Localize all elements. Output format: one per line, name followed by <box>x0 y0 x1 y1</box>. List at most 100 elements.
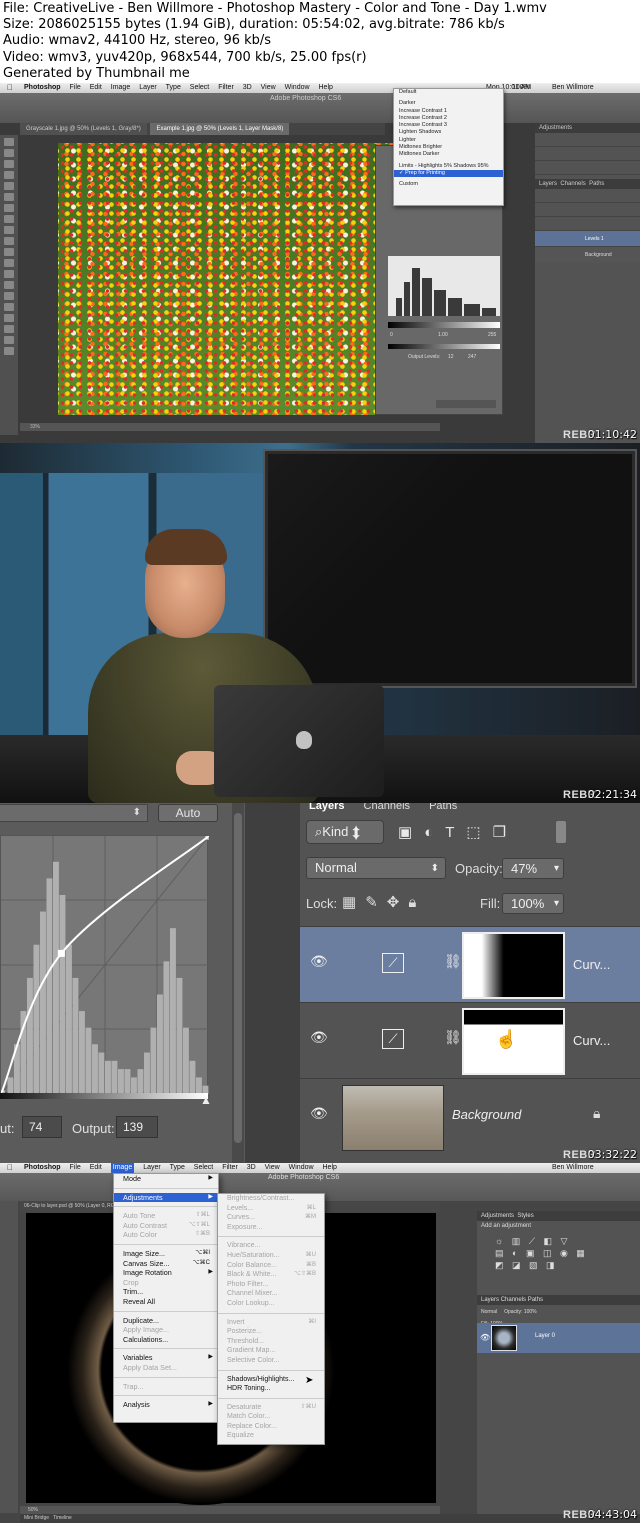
tab-paths[interactable]: Paths <box>429 803 457 812</box>
eraser-tool-icon[interactable] <box>4 248 14 256</box>
menu-file[interactable]: File <box>70 1163 81 1173</box>
menu-item-posterize[interactable]: Posterize... <box>218 1327 324 1337</box>
menu-item-auto-contrast[interactable]: Auto Contrast ⌥⇧⌘L <box>114 1221 218 1231</box>
menu-item-invert[interactable]: Invert ⌘I <box>218 1318 324 1328</box>
lock-pixels-icon[interactable]: ✎ <box>365 894 387 911</box>
shape-tool-icon[interactable] <box>4 325 14 333</box>
preset-item[interactable]: Lighten Shadows <box>394 129 503 136</box>
user-name[interactable]: Ben Willmore <box>552 83 594 93</box>
menu-type[interactable]: Type <box>170 1163 185 1173</box>
stamp-tool-icon[interactable] <box>4 226 14 234</box>
menu-item-color-balance[interactable]: Color Balance... ⌘B <box>218 1261 324 1271</box>
menu-edit[interactable]: Edit <box>90 1163 102 1173</box>
blend-mode-select[interactable]: Normal <box>306 857 446 879</box>
type-filter-icon[interactable]: T <box>445 824 466 841</box>
input-black[interactable]: 0 <box>390 332 393 338</box>
menu-filter[interactable]: Filter <box>218 83 234 93</box>
apple-icon[interactable]:  <box>7 1163 13 1173</box>
brush-tool-icon[interactable] <box>4 215 14 223</box>
menu-item-curves[interactable]: Curves... ⌘M <box>218 1213 324 1223</box>
menu-item-trap[interactable]: Trap... <box>114 1382 218 1392</box>
menu-item-replace-color[interactable]: Replace Color... <box>218 1422 324 1432</box>
menu-item-exposure[interactable]: Exposure... <box>218 1223 324 1233</box>
menu-window[interactable]: Window <box>285 83 310 93</box>
menu-item-auto-color[interactable]: Auto Color ⇧⌘B <box>114 1230 218 1240</box>
menu-item-equalize[interactable]: Equalize <box>218 1431 324 1441</box>
menu-item-duplicate[interactable]: Duplicate... <box>114 1316 218 1326</box>
layer-name[interactable]: Curv... <box>573 1033 610 1048</box>
menu-view[interactable]: View <box>265 1163 280 1173</box>
visibility-eye-icon[interactable]: 👁︎ <box>310 1030 328 1044</box>
menu-help[interactable]: Help <box>323 1163 337 1173</box>
menu-item-canvas-size[interactable]: Canvas Size... ⌥⌘C <box>114 1259 218 1269</box>
preset-item[interactable]: Increase Contrast 2 <box>394 115 503 122</box>
menu-item-trim[interactable]: Trim... <box>114 1287 218 1297</box>
curves-graph[interactable] <box>0 835 209 1094</box>
history-brush-tool-icon[interactable] <box>4 237 14 245</box>
lasso-tool-icon[interactable] <box>4 160 14 168</box>
visibility-eye-icon[interactable]: 👁︎ <box>480 1333 490 1342</box>
blur-tool-icon[interactable] <box>4 270 14 278</box>
menu-item-auto-tone[interactable]: Auto Tone ⇧⌘L <box>114 1211 218 1221</box>
menu-item-channel-mixer[interactable]: Channel Mixer... <box>218 1289 324 1299</box>
layer-background[interactable]: Background <box>535 247 640 263</box>
lock-transparency-icon[interactable]: ▦ <box>342 894 365 911</box>
output-levels-slider[interactable] <box>388 344 500 349</box>
preset-item[interactable]: Midtones Darker <box>394 151 503 158</box>
menu-photoshop[interactable]: Photoshop <box>24 83 61 93</box>
hand-tool-icon[interactable] <box>4 336 14 344</box>
menu-item-match-color[interactable]: Match Color... <box>218 1412 324 1422</box>
menu-item-calculations[interactable]: Calculations... <box>114 1335 218 1345</box>
menu-select[interactable]: Select <box>190 83 209 93</box>
menu-image[interactable]: Image <box>110 1163 135 1173</box>
preset-item[interactable]: Lighter <box>394 137 503 144</box>
output-black[interactable]: 12 <box>448 354 454 360</box>
menu-type[interactable]: Type <box>166 83 181 93</box>
menu-item-threshold[interactable]: Threshold... <box>218 1337 324 1347</box>
menu-layer[interactable]: Layer <box>143 1163 161 1173</box>
tab-channels[interactable]: Channels <box>364 803 410 812</box>
output-white[interactable]: 247 <box>468 354 476 360</box>
menu-window[interactable]: Window <box>289 1163 314 1173</box>
menu-item-variables[interactable]: Variables ▶ <box>114 1353 218 1363</box>
zoom-tool-icon[interactable] <box>4 347 14 355</box>
layer-mask-thumbnail[interactable] <box>462 932 565 999</box>
menu-photoshop[interactable]: Photoshop <box>24 1163 61 1173</box>
type-tool-icon[interactable] <box>4 303 14 311</box>
layer-row-background[interactable]: 👁︎ Background 🔒︎ <box>300 1078 640 1154</box>
lock-all-icon[interactable]: 🔒︎ <box>408 894 425 911</box>
menu-help[interactable]: Help <box>319 83 333 93</box>
visibility-eye-icon[interactable]: 👁︎ <box>310 1106 328 1120</box>
channel-select[interactable] <box>0 804 148 822</box>
adjustment-filter-icon[interactable]: ◐ <box>424 824 445 841</box>
menu-item-color-lookup[interactable]: Color Lookup... <box>218 1299 324 1309</box>
link-chain-icon[interactable]: ⛓︎ <box>444 1029 462 1046</box>
menu-item-reveal-all[interactable]: Reveal All <box>114 1297 218 1307</box>
menu-edit[interactable]: Edit <box>90 83 102 93</box>
adjustments-panel-tab[interactable]: Adjustments <box>535 123 640 133</box>
white-point-slider-icon[interactable]: ▲ <box>200 1093 212 1107</box>
menu-item-vibrance[interactable]: Vibrance... <box>218 1241 324 1251</box>
quick-select-tool-icon[interactable] <box>4 171 14 179</box>
layer-row-curves-1[interactable]: 👁︎ ⟋ ⛓︎ Curv... <box>300 926 640 1002</box>
menu-item-adjustments[interactable]: Adjustments ▶ <box>114 1192 218 1203</box>
preset-item[interactable]: Increase Contrast 1 <box>394 108 503 115</box>
preset-item[interactable]: Increase Contrast 3 <box>394 122 503 129</box>
eyedropper-tool-icon[interactable] <box>4 193 14 201</box>
menu-image[interactable]: Image <box>111 83 130 93</box>
layer-row-layer0[interactable]: 👁︎ Layer 0 <box>477 1323 640 1353</box>
input-levels-slider[interactable] <box>388 322 500 328</box>
tab-mini-bridge[interactable]: Mini Bridge <box>24 1515 49 1521</box>
layer-name[interactable]: Curv... <box>573 957 610 972</box>
path-select-tool-icon[interactable] <box>4 314 14 322</box>
healing-tool-icon[interactable] <box>4 204 14 212</box>
lock-position-icon[interactable]: ✥ <box>387 894 409 911</box>
menu-item-brightness-contrast[interactable]: Brightness/Contrast... <box>218 1194 324 1204</box>
input-gamma[interactable]: 1.00 <box>438 332 448 338</box>
smart-object-filter-icon[interactable]: ❐ <box>493 824 518 841</box>
preset-item[interactable]: Midtones Brighter <box>394 144 503 151</box>
crop-tool-icon[interactable] <box>4 182 14 190</box>
opacity-field[interactable]: 47% <box>502 858 564 879</box>
menu-item-apply-data-set[interactable]: Apply Data Set... <box>114 1363 218 1373</box>
blend-mode-select[interactable]: Normal <box>481 1309 497 1315</box>
